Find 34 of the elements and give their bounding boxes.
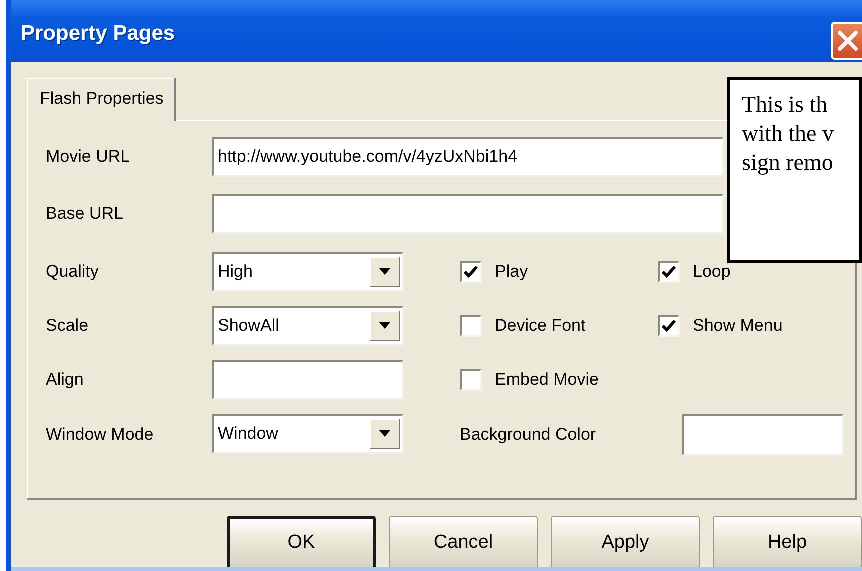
field-label: Background Color [460, 424, 596, 446]
field-label: Window Mode [46, 424, 155, 446]
note-text: sign remo [742, 149, 834, 177]
check-icon [662, 266, 676, 278]
tab[interactable]: Flash Properties [27, 78, 176, 120]
checkbox-label: Play [495, 260, 528, 283]
check-icon [662, 320, 676, 332]
checkbox[interactable] [460, 314, 482, 336]
field-label: Base URL [46, 202, 124, 225]
checkbox-label: Show Menu [693, 314, 783, 337]
checkbox-label: Device Font [495, 314, 586, 337]
note-text: This is th [742, 91, 829, 119]
text-field[interactable]: http://www.youtube.com/v/4yzUxNbi1h4 [212, 136, 724, 176]
field-label: Movie URL [46, 146, 132, 168]
close-button[interactable] [831, 22, 862, 60]
checkbox-label: Embed Movie [495, 368, 599, 391]
window-title: Property Pages [21, 21, 176, 48]
text-field[interactable] [212, 360, 404, 400]
checkbox-label: Loop [693, 260, 731, 283]
field-label: Quality [46, 260, 100, 283]
dropdown[interactable]: High [212, 252, 404, 292]
note-text: with the v [742, 120, 835, 148]
checkbox[interactable] [658, 314, 680, 336]
color-field[interactable] [682, 414, 844, 456]
text-field[interactable] [212, 194, 724, 234]
checkbox[interactable] [658, 260, 680, 282]
close-icon [836, 30, 858, 52]
field-label: Scale [46, 314, 90, 337]
dropdown[interactable]: Window [212, 414, 404, 454]
field-label: Align [46, 368, 85, 391]
checkbox[interactable] [460, 260, 482, 282]
check-icon [464, 266, 478, 278]
checkbox[interactable] [460, 368, 482, 390]
dropdown[interactable]: ShowAll [212, 306, 404, 346]
